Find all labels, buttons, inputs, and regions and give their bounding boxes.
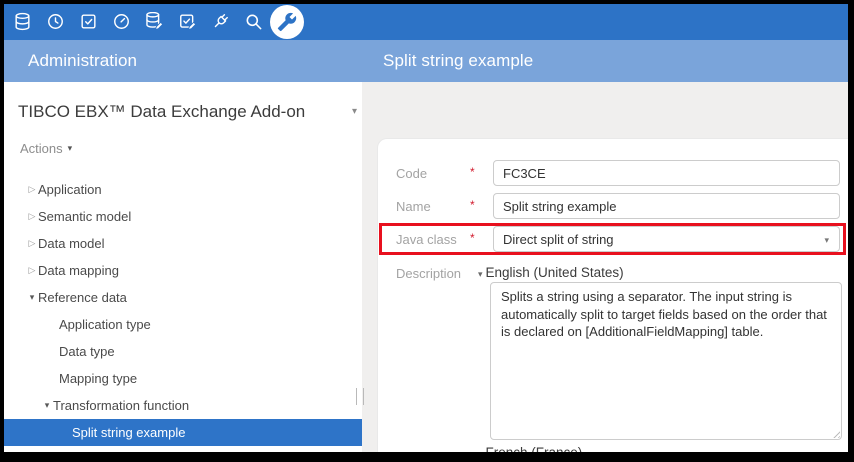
- database-icon[interactable]: [12, 11, 32, 31]
- panel-splitter-handle[interactable]: [356, 388, 364, 405]
- tree-item-application-type[interactable]: Application type: [4, 311, 362, 338]
- chevron-down-icon: ▾: [352, 106, 357, 117]
- tree-item-label: Data type: [59, 344, 115, 359]
- task-check-icon[interactable]: [78, 11, 98, 31]
- required-asterisk: *: [470, 198, 475, 212]
- tree-item-label: Reference data: [38, 290, 127, 305]
- clock-icon[interactable]: [45, 11, 65, 31]
- code-field[interactable]: [493, 160, 840, 186]
- section-header-bar: Administration Split string example: [4, 40, 848, 82]
- tree-item-label: Application type: [59, 317, 151, 332]
- left-header: Administration: [4, 40, 362, 82]
- chevron-down-icon: ▾: [824, 235, 829, 246]
- gauge-icon[interactable]: [111, 11, 131, 31]
- detail-panel: Code * Name * Java class * Direct split …: [362, 82, 848, 452]
- right-header-title: Split string example: [383, 51, 533, 71]
- database-edit-icon[interactable]: [144, 11, 164, 31]
- wrench-icon[interactable]: [270, 5, 304, 39]
- actions-label: Actions: [20, 141, 63, 156]
- locale-french-toggle[interactable]: ▹ French (France): [478, 445, 582, 452]
- tree-item-reference-data[interactable]: ▾ Reference data: [4, 284, 362, 311]
- code-label: Code: [396, 166, 468, 181]
- addon-title: TIBCO EBX™ Data Exchange Add-on: [18, 102, 305, 122]
- navigation-panel: TIBCO EBX™ Data Exchange Add-on ▾ Action…: [4, 82, 362, 452]
- tree-item-label: Split string example: [72, 425, 185, 440]
- actions-menu-button[interactable]: Actions ▾: [20, 139, 72, 157]
- tree-item-application[interactable]: ▷ Application: [4, 176, 362, 203]
- tree-item-data-mapping[interactable]: ▷ Data mapping: [4, 257, 362, 284]
- required-asterisk: *: [470, 165, 475, 179]
- java-class-value: Direct split of string: [503, 232, 614, 247]
- tree-item-label: Application: [38, 182, 102, 197]
- expand-arrow-icon[interactable]: ▷: [26, 184, 38, 195]
- form-edit-icon[interactable]: [177, 11, 197, 31]
- collapse-arrow-icon[interactable]: ▾: [41, 400, 53, 411]
- name-field[interactable]: [493, 193, 840, 219]
- locale-english-label: English (United States): [486, 265, 624, 280]
- tree-item-label: Semantic model: [38, 209, 131, 224]
- java-class-select[interactable]: Direct split of string ▾: [493, 226, 840, 252]
- description-label: Description: [396, 266, 468, 281]
- expand-arrow-icon: ▹: [478, 449, 483, 452]
- collapse-arrow-icon: ▾: [478, 269, 483, 280]
- tree-item-label: Transformation function: [53, 398, 189, 413]
- locale-english-toggle[interactable]: ▾ English (United States): [478, 265, 624, 280]
- navigation-tree: ▷ Application ▷ Semantic model ▷ Data mo…: [4, 176, 362, 446]
- screenshot-frame: Administration Split string example TIBC…: [0, 0, 854, 462]
- tree-item-data-type[interactable]: Data type: [4, 338, 362, 365]
- tree-item-label: Mapping type: [59, 371, 137, 386]
- name-label: Name: [396, 199, 468, 214]
- locale-french-label: French (France): [486, 445, 583, 452]
- form-card: Code * Name * Java class * Direct split …: [377, 138, 848, 452]
- search-icon[interactable]: [243, 11, 263, 31]
- right-header: Split string example: [362, 40, 848, 82]
- tree-item-data-model[interactable]: ▷ Data model: [4, 230, 362, 257]
- required-asterisk: *: [470, 231, 475, 245]
- app-window: Administration Split string example TIBC…: [4, 4, 848, 452]
- collapse-arrow-icon[interactable]: ▾: [26, 292, 38, 303]
- tree-item-split-string-example[interactable]: Split string example: [4, 419, 362, 446]
- tree-item-mapping-type[interactable]: Mapping type: [4, 365, 362, 392]
- expand-arrow-icon[interactable]: ▷: [26, 238, 38, 249]
- tree-item-transformation-function[interactable]: ▾ Transformation function: [4, 392, 362, 419]
- top-toolbar: [4, 4, 848, 40]
- left-header-title: Administration: [28, 51, 137, 71]
- plug-icon[interactable]: [210, 11, 230, 31]
- tree-item-label: Data model: [38, 236, 104, 251]
- java-class-label: Java class: [396, 232, 468, 247]
- main-area: TIBCO EBX™ Data Exchange Add-on ▾ Action…: [4, 82, 848, 452]
- expand-arrow-icon[interactable]: ▷: [26, 211, 38, 222]
- expand-arrow-icon[interactable]: ▷: [26, 265, 38, 276]
- chevron-down-icon: ▾: [68, 142, 73, 154]
- tree-item-semantic-model[interactable]: ▷ Semantic model: [4, 203, 362, 230]
- addon-title-dropdown[interactable]: TIBCO EBX™ Data Exchange Add-on ▾: [18, 100, 356, 124]
- tree-item-label: Data mapping: [38, 263, 119, 278]
- description-english-textarea[interactable]: Splits a string using a separator. The i…: [490, 282, 842, 440]
